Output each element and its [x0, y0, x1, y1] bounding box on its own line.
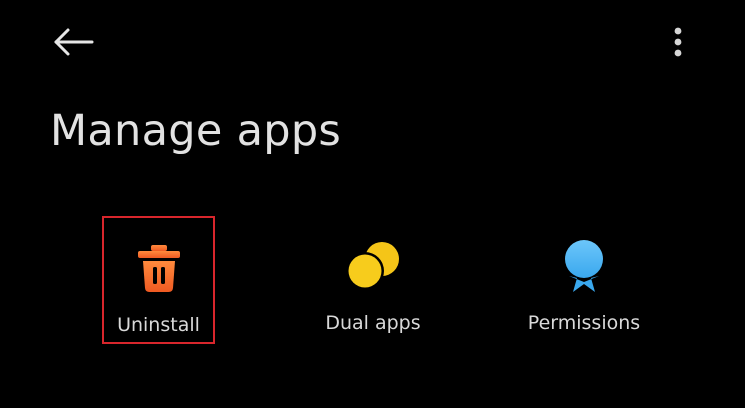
- back-button[interactable]: [48, 22, 98, 62]
- dual-circles-icon: [343, 236, 403, 296]
- permissions-button[interactable]: Permissions: [512, 216, 656, 344]
- uninstall-button[interactable]: Uninstall: [102, 216, 215, 344]
- dual-apps-button[interactable]: Dual apps: [312, 216, 434, 344]
- uninstall-label: Uninstall: [117, 314, 200, 336]
- badge-icon: [554, 236, 614, 296]
- arrow-left-icon: [54, 28, 94, 56]
- more-vertical-icon: [674, 27, 682, 57]
- more-options-button[interactable]: [660, 20, 696, 64]
- permissions-label: Permissions: [527, 312, 641, 334]
- page-title: Manage apps: [50, 106, 342, 156]
- trash-icon: [129, 238, 189, 298]
- top-bar: [0, 0, 745, 90]
- dual-apps-label: Dual apps: [325, 312, 421, 334]
